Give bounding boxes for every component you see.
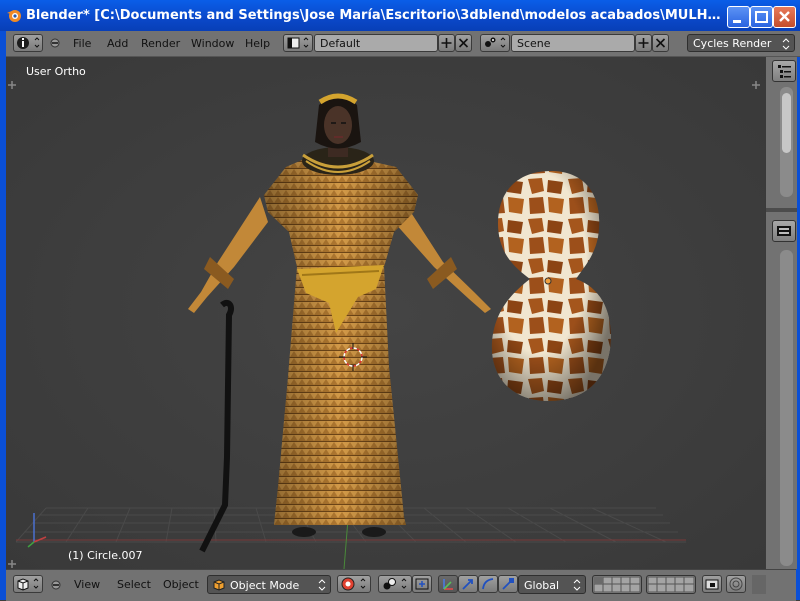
translate-manipulator-button[interactable]	[458, 575, 478, 593]
pivot-point-button[interactable]	[378, 575, 412, 593]
active-object-label: (1) Circle.007	[68, 549, 143, 562]
dropdown-arrows-icon	[782, 38, 790, 50]
minimize-icon	[733, 20, 741, 23]
view3d-editor-type-button[interactable]	[13, 575, 43, 593]
view-label: User Ortho	[26, 65, 86, 78]
scene-field[interactable]: Scene	[511, 34, 635, 52]
window-titlebar: Blender* [C:\Documents and Settings\Jose…	[0, 0, 800, 31]
viewport-shading-button[interactable]	[337, 575, 371, 593]
rotate-arc-icon	[482, 578, 494, 590]
dropdown-arrows-icon	[318, 579, 326, 591]
menu-select[interactable]: Select	[117, 578, 151, 591]
outliner-icon	[778, 65, 791, 78]
maximize-icon	[755, 11, 768, 23]
scene-selector[interactable]	[480, 34, 510, 52]
object-mode-icon	[213, 579, 225, 591]
properties-scrollbar[interactable]	[780, 250, 793, 566]
menu-view[interactable]: View	[74, 578, 100, 591]
layer-grid-icon	[593, 576, 641, 593]
delete-screen-button[interactable]	[455, 34, 472, 52]
menu-object[interactable]: Object	[163, 578, 199, 591]
manipulator-toggle-button[interactable]	[438, 575, 458, 593]
3d-viewport[interactable]: User Ortho (1) Circle.007	[6, 57, 765, 569]
dropdown-arrows-icon	[573, 579, 581, 591]
screen-layout-selector[interactable]	[283, 34, 313, 52]
info-header: File Add Render Window Help Default Scen…	[6, 31, 800, 57]
plus-icon	[441, 38, 452, 48]
translate-arrow-icon	[462, 579, 473, 590]
orientation-label: Global	[524, 579, 560, 592]
proportional-edit-icon	[729, 577, 743, 591]
menu-help[interactable]: Help	[245, 37, 270, 50]
rotate-manipulator-button[interactable]	[478, 575, 498, 593]
blender-logo-icon	[7, 10, 21, 22]
header-scroll-indicator[interactable]	[752, 575, 766, 594]
add-scene-button[interactable]	[635, 34, 652, 52]
manipulator-center-button[interactable]	[412, 575, 432, 593]
collapse-menu-icon[interactable]	[50, 38, 60, 48]
screen-layout-icon	[287, 37, 309, 49]
viewport-scene	[6, 57, 765, 569]
layer-lock-icon	[705, 579, 719, 590]
close-window-button[interactable]	[773, 6, 796, 28]
outliner-editor-button[interactable]	[772, 60, 796, 82]
proportional-edit-button[interactable]	[726, 575, 746, 593]
add-screen-button[interactable]	[438, 34, 455, 52]
menu-add[interactable]: Add	[107, 37, 128, 50]
view3d-header: View Select Object Object Mode Global	[6, 569, 796, 601]
plus-icon	[638, 38, 649, 48]
screen-layout-field[interactable]: Default	[314, 34, 438, 52]
render-engine-dropdown[interactable]: Cycles Render	[687, 34, 795, 52]
scene-icon	[485, 37, 506, 48]
menu-file[interactable]: File	[73, 37, 91, 50]
view3d-cube-icon	[17, 578, 39, 591]
manipulator-axes-icon	[443, 579, 453, 590]
render-engine-label: Cycles Render	[693, 37, 772, 50]
scene-layers-group-2[interactable]	[646, 575, 696, 594]
properties-editor-button[interactable]	[772, 220, 796, 242]
lock-layers-button[interactable]	[702, 575, 722, 593]
delete-scene-button[interactable]	[652, 34, 669, 52]
shading-sphere-icon	[341, 577, 366, 591]
maximize-button[interactable]	[750, 6, 773, 28]
pivot-point-icon	[383, 578, 407, 590]
outliner-properties-strip	[765, 57, 797, 569]
scale-manipulator-button[interactable]	[498, 575, 518, 593]
window-title: Blender* [C:\Documents and Settings\Jose…	[26, 8, 726, 23]
editor-type-button[interactable]	[13, 34, 43, 52]
menu-render[interactable]: Render	[141, 37, 180, 50]
collapse-menu-icon[interactable]	[51, 580, 61, 590]
x-icon	[655, 38, 666, 48]
properties-icon	[777, 226, 791, 236]
menu-window[interactable]: Window	[191, 37, 234, 50]
info-editor-icon	[17, 37, 40, 49]
mode-label: Object Mode	[230, 579, 300, 592]
scale-icon	[502, 578, 514, 590]
mode-dropdown[interactable]: Object Mode	[207, 575, 331, 594]
manipulator-center-icon	[415, 578, 429, 590]
scene-layers-group-1[interactable]	[592, 575, 642, 594]
outliner-scroll-thumb[interactable]	[782, 93, 791, 153]
minimize-button[interactable]	[727, 6, 750, 28]
transform-orientation-dropdown[interactable]: Global	[518, 575, 586, 594]
close-icon	[779, 11, 790, 22]
layer-grid-icon	[647, 576, 695, 593]
x-icon	[458, 38, 469, 48]
panel-divider[interactable]	[766, 208, 797, 212]
outliner-scrollbar[interactable]	[780, 87, 793, 197]
